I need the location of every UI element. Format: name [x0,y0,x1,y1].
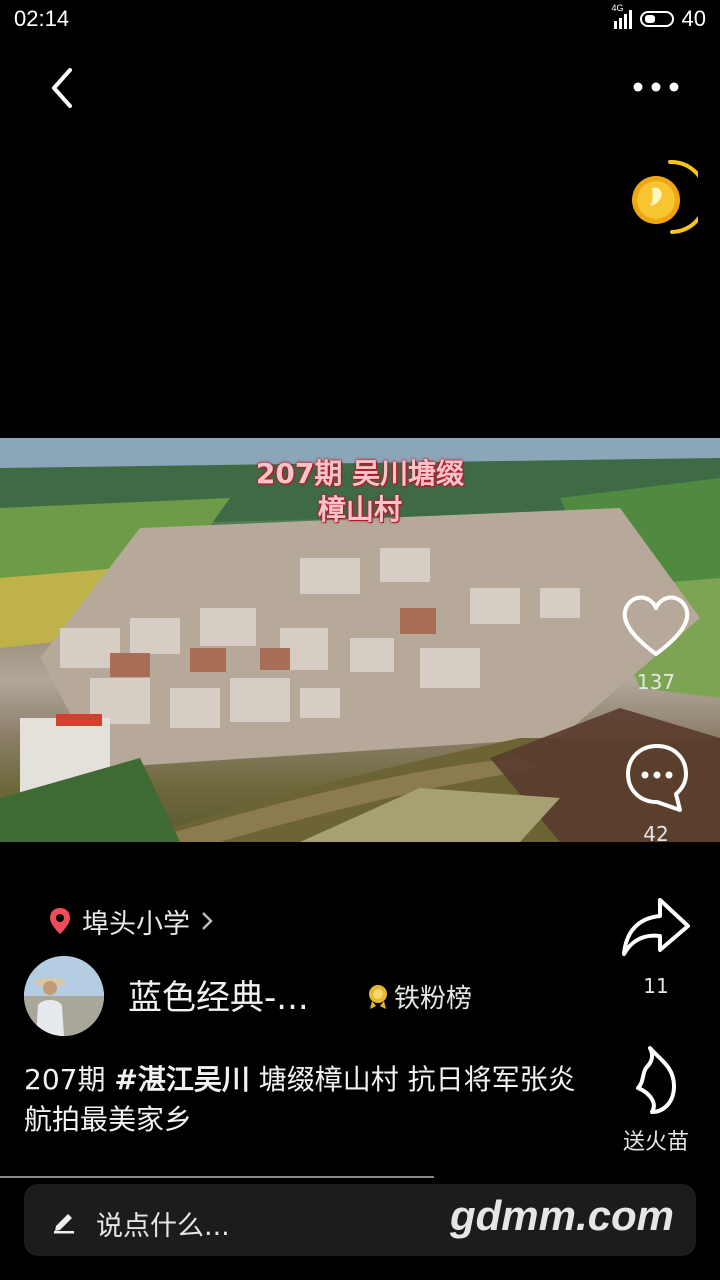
video-description: 207期 #湛江吴川 塘缀樟山村 抗日将军张炎 航拍最美家乡 [24,1060,584,1140]
video-progress-bar[interactable] [0,1176,434,1178]
hashtag-link[interactable]: #湛江吴川 [114,1063,249,1096]
like-count: 137 [636,670,676,694]
fan-rank-button[interactable]: 铁粉榜 [366,978,472,1015]
fan-rank-label: 铁粉榜 [394,984,473,1014]
comment-button[interactable] [622,740,692,814]
location-name: 埠头小学 [82,908,190,940]
flame-icon [636,1046,676,1114]
pencil-icon [54,1214,74,1234]
video-player[interactable]: 207期 吴川塘缀 樟山村 [0,438,720,842]
description-prefix: 207期 [24,1063,115,1096]
back-button[interactable] [40,64,88,112]
send-fire-button[interactable] [628,1044,684,1118]
more-horizontal-icon [633,82,679,92]
coin-reward-button[interactable] [626,158,708,236]
more-options-button[interactable] [626,70,686,104]
overlay-title-line-1: 207期 吴川塘缀 [255,457,465,490]
send-fire-label: 送火苗 [622,1130,689,1155]
video-overlay-title: 207期 吴川塘缀 樟山村 [0,456,720,528]
overlay-title-line-2: 樟山村 [317,493,402,526]
network-type-label: 4G [611,3,624,13]
author-avatar[interactable] [24,956,104,1036]
comment-placeholder[interactable]: 说点什么... [96,1204,230,1243]
chevron-right-icon [202,912,213,930]
like-button[interactable] [616,590,696,662]
status-time: 02:14 [14,6,70,31]
comment-count: 42 [643,822,669,846]
chevron-left-icon [52,68,72,108]
avatar-photo [24,956,104,1036]
comment-icon [626,744,688,812]
location-pin-icon [50,908,70,934]
watermark: gdmm.com [450,1192,675,1239]
location-tag[interactable]: 埠头小学 [48,900,214,942]
share-button[interactable] [620,892,692,964]
heart-icon [622,595,690,656]
signal-icon: 4G [612,3,632,29]
status-indicators: 4G 40 [612,3,706,32]
share-icon [622,898,690,956]
share-count: 11 [643,974,669,998]
medal-icon [369,984,387,1009]
battery-level: 40 [681,6,706,31]
battery-icon [639,11,674,27]
author-name[interactable]: 蓝色经典-... [128,970,309,1019]
coin-icon [632,159,708,234]
